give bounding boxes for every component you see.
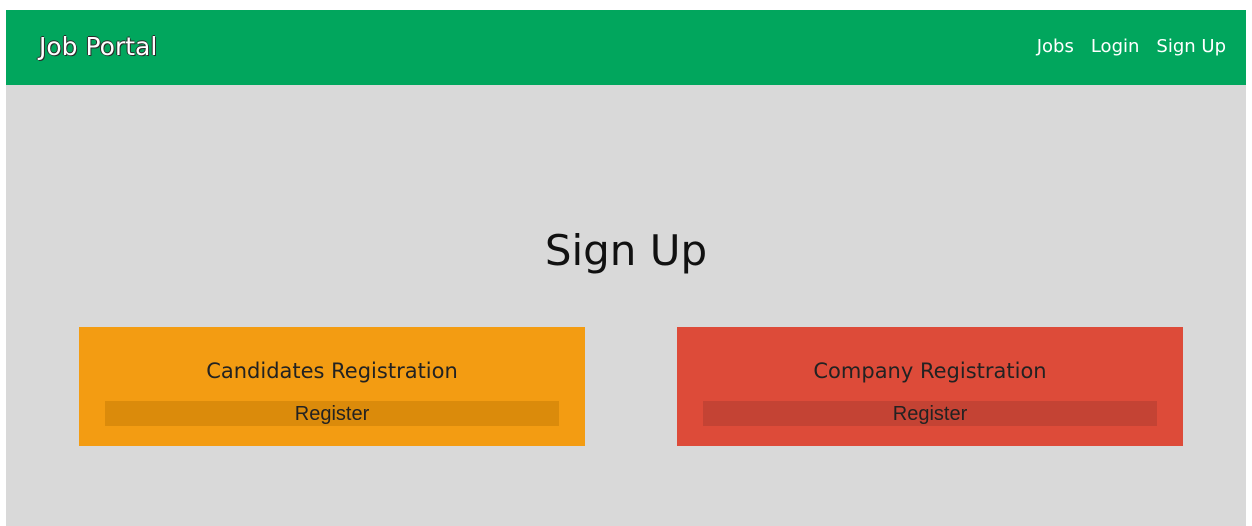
main-content: Sign Up Candidates Registration Register…	[6, 85, 1246, 526]
page-title: Sign Up	[544, 226, 708, 275]
nav-link-sign-up[interactable]: Sign Up	[1156, 34, 1226, 60]
nav-links: Jobs Login Sign Up	[1037, 34, 1226, 60]
nav-link-jobs[interactable]: Jobs	[1037, 34, 1074, 60]
candidates-registration-card: Candidates Registration Register	[79, 327, 585, 446]
company-register-button[interactable]: Register	[703, 401, 1157, 426]
candidates-register-button[interactable]: Register	[105, 401, 559, 426]
company-registration-title: Company Registration	[813, 359, 1047, 383]
nav-link-login[interactable]: Login	[1091, 34, 1140, 60]
navbar: Job Portal Jobs Login Sign Up	[6, 10, 1246, 85]
brand-link[interactable]: Job Portal	[39, 32, 157, 62]
company-registration-card: Company Registration Register	[677, 327, 1183, 446]
candidates-registration-title: Candidates Registration	[206, 359, 458, 383]
page-frame: Job Portal Jobs Login Sign Up Sign Up Ca…	[6, 10, 1246, 526]
